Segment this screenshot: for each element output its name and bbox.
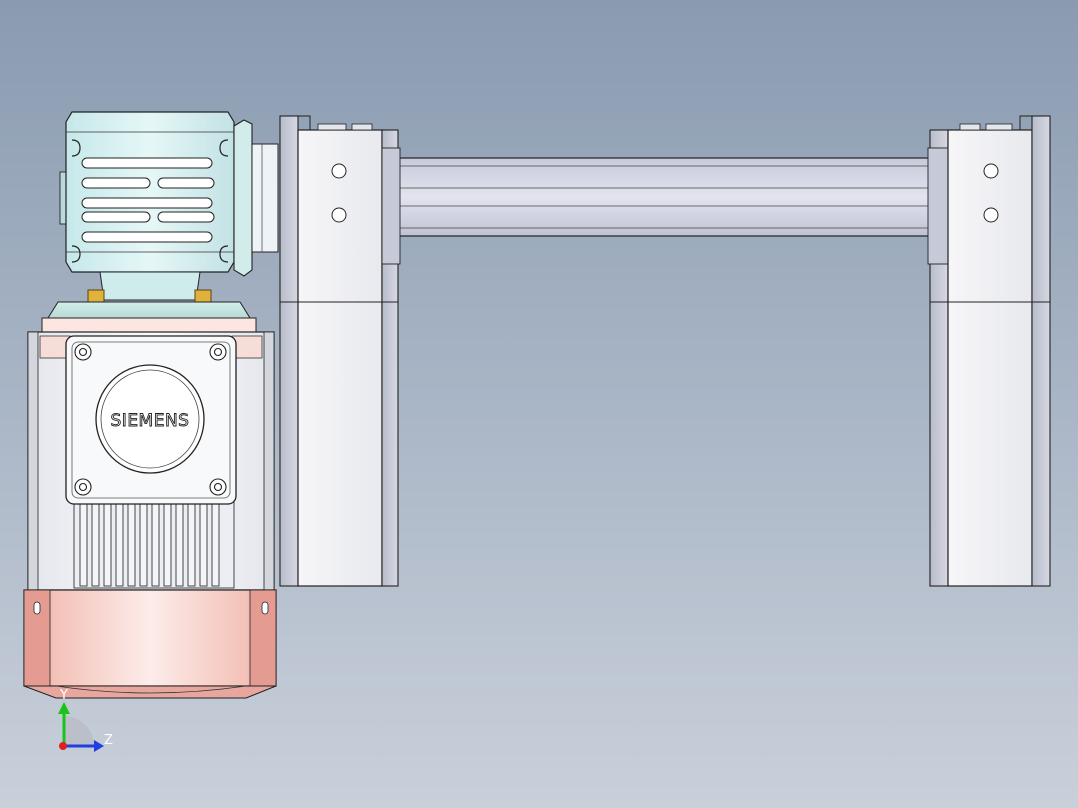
assembly-drawing: SIEMENS Y Z	[23, 111, 1051, 752]
mount-hole	[983, 207, 999, 223]
adapter-ring	[41, 317, 257, 333]
bolt-left	[87, 289, 105, 303]
end-plate-right	[927, 115, 1051, 587]
x-axis-dot	[59, 742, 67, 750]
z-axis-label: Z	[104, 733, 113, 748]
y-axis-label: Y	[59, 688, 68, 703]
motor: SIEMENS	[23, 331, 277, 699]
triad-plane	[64, 716, 94, 746]
output-shaft-collar	[251, 143, 279, 253]
mount-hole	[331, 207, 347, 223]
mount-hole	[983, 163, 999, 179]
linear-beam	[397, 157, 933, 237]
gearbox	[41, 111, 279, 333]
mount-hole	[331, 163, 347, 179]
gearbox-neck	[99, 271, 201, 301]
end-plate-left-body	[297, 129, 383, 587]
end-plate-right-body	[947, 129, 1033, 587]
brand-logo-text: SIEMENS	[111, 411, 190, 431]
end-plate-left	[279, 115, 401, 587]
motor-flange	[47, 301, 251, 319]
fan-cover	[23, 589, 277, 687]
cad-viewport[interactable]: SIEMENS Y Z	[0, 0, 1078, 808]
bolt-right	[194, 289, 212, 303]
gearbox-housing	[65, 111, 235, 273]
cooling-fins	[73, 499, 235, 589]
gearbox-output-flange	[233, 119, 253, 277]
beam-profile	[397, 157, 933, 237]
